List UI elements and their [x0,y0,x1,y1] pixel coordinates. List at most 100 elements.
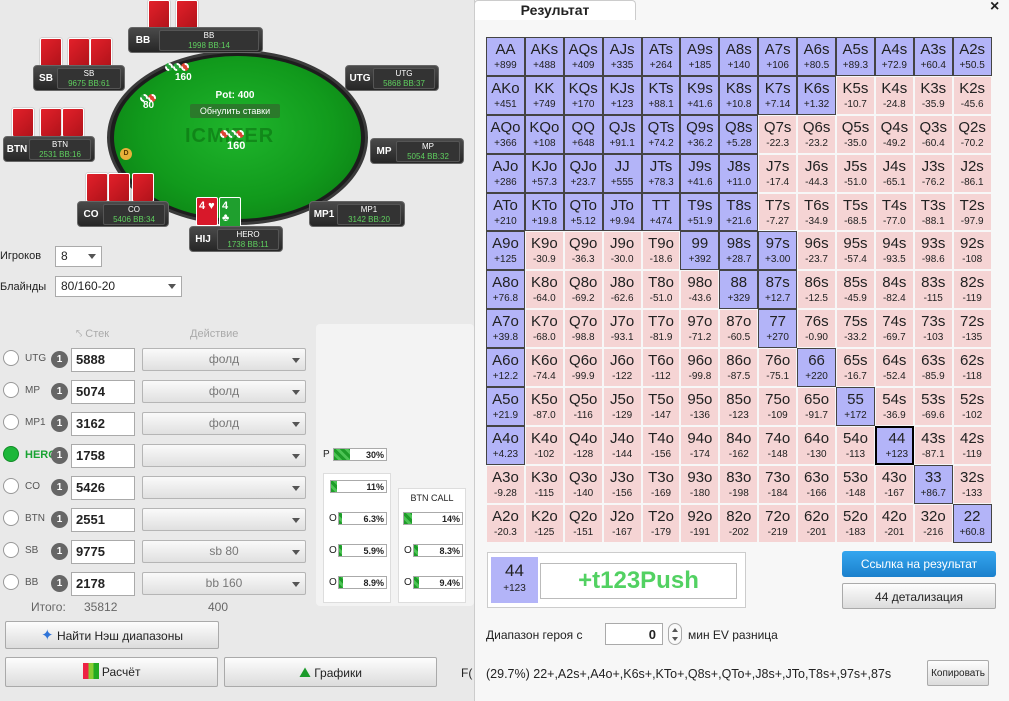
hand-cell[interactable]: 54s -36.9 [874,387,914,426]
hand-cell[interactable]: 88 +329 [719,270,759,310]
call-bar[interactable]: 8.9% [338,576,387,589]
action-select[interactable]: фолд [142,348,306,371]
hand-cell[interactable]: K4o -102 [524,425,564,465]
hand-cell[interactable]: A5s +89.3 [836,37,875,76]
hand-cell[interactable]: T4o -156 [641,425,681,465]
hand-cell[interactable]: J7s -17.4 [758,153,798,193]
hand-cell[interactable]: AQo +366 [486,114,525,154]
hand-cell[interactable]: A9o +125 [486,231,525,271]
stack-input[interactable]: 2551 [71,508,135,532]
hand-cell[interactable]: 87o -60.5 [719,309,759,349]
hand-cell[interactable]: K3o -115 [524,464,564,504]
call-bar[interactable]: 5.9% [338,544,387,557]
hand-cell[interactable]: Q8o -69.2 [563,270,603,310]
result-link-button[interactable]: Ссылка на результат [842,551,996,577]
hand-cell[interactable]: A7o +39.8 [486,309,525,349]
hand-cell[interactable]: 94o -174 [680,425,720,465]
hand-cell[interactable]: KTs +88.1 [641,75,681,115]
hand-cell[interactable]: J8s +11.0 [719,153,759,193]
hand-cell[interactable]: 86s -12.5 [797,270,837,310]
hand-cell[interactable]: K8o -64.0 [524,270,564,310]
hand-cell[interactable]: T8o -51.0 [641,270,681,310]
hand-cell[interactable]: AQs +409 [563,37,603,76]
hand-cell[interactable]: J5s -51.0 [836,153,875,193]
hand-cell[interactable]: J4s -65.1 [874,153,914,193]
hand-cell[interactable]: K5o -87.0 [524,387,564,426]
btn-call-bar[interactable]: 9.4% [413,576,463,589]
hand-cell[interactable]: K2s -45.6 [952,75,992,115]
players-select[interactable]: 8 [55,246,102,267]
hand-cell[interactable]: K9o -30.9 [524,231,564,271]
hand-cell[interactable]: K6s +1.32 [797,75,837,115]
hand-cell[interactable]: 98s +28.7 [719,231,759,271]
hand-cell[interactable]: A5o +21.9 [486,387,525,426]
hand-cell[interactable]: A6o +12.2 [486,348,525,388]
hand-cell[interactable]: 72s -135 [952,309,992,349]
hand-cell[interactable]: 65s -16.7 [836,348,875,388]
hand-cell[interactable]: K8s +10.8 [719,75,759,115]
hand-cell[interactable]: AKo +451 [486,75,525,115]
hand-cell[interactable]: 85s -45.9 [836,270,875,310]
hand-cell[interactable]: K5s -10.7 [836,75,875,115]
copy-button[interactable]: Копировать [927,660,989,686]
hand-cell[interactable]: QJs +91.1 [602,114,642,154]
hand-cell[interactable]: AJs +335 [602,37,642,76]
hand-cell[interactable]: 84s -82.4 [874,270,914,310]
hand-cell[interactable]: J6o -122 [602,348,642,388]
hand-cell[interactable]: 65o -91.7 [797,387,837,426]
hand-cell[interactable]: T6s -34.9 [797,192,837,232]
action-select[interactable]: фолд [142,380,306,403]
hand-cell[interactable]: J9s +41.6 [680,153,720,193]
call-bar[interactable]: 6.3% [338,512,387,525]
hand-cell[interactable]: T7s -7.27 [758,192,798,232]
hand-cell[interactable]: Q5s -35.0 [836,114,875,154]
push-range-bar[interactable]: 30% [333,448,387,461]
hand-cell[interactable]: J2s -86.1 [952,153,992,193]
hand-cell[interactable]: Q6o -99.9 [563,348,603,388]
stack-input[interactable]: 9775 [71,540,135,564]
hand-cell[interactable]: Q6s -23.2 [797,114,837,154]
hand-cell[interactable]: T9s +51.9 [680,192,720,232]
seat-bb[interactable]: BB BB 1998 BB:14 [128,27,263,53]
hand-cell[interactable]: Q5o -116 [563,387,603,426]
reset-bets-button[interactable]: Обнулить ставки [190,104,280,118]
stack-input[interactable]: 5888 [71,348,135,372]
hand-cell[interactable]: AKs +488 [524,37,564,76]
hand-cell[interactable]: T8s +21.6 [719,192,759,232]
hand-cell[interactable]: ATo +210 [486,192,525,232]
seat-mp[interactable]: MP MP 5054 BB:32 [370,138,464,164]
player-radio[interactable] [3,542,19,558]
hand-cell[interactable]: J7o -93.1 [602,309,642,349]
seat-hero[interactable]: HIJ HERO 1738 BB:11 [189,226,283,252]
hand-cell[interactable]: 73o -184 [758,464,798,504]
hand-cell[interactable]: KJo +57.3 [524,153,564,193]
hand-cell[interactable]: 62o -201 [797,503,837,543]
hand-cell[interactable]: 74s -69.7 [874,309,914,349]
hand-cell[interactable]: KJs +123 [602,75,642,115]
action-select[interactable]: фолд [142,412,306,435]
hand-cell[interactable]: T9o -18.6 [641,231,681,271]
stack-input[interactable]: 5074 [71,380,135,404]
hand-cell[interactable]: A9s +185 [680,37,720,76]
hand-cell[interactable]: 53o -148 [836,464,875,504]
player-radio[interactable] [3,350,19,366]
btn-call-bar[interactable]: 8.3% [413,544,463,557]
player-radio[interactable] [3,382,19,398]
chevron-down-icon[interactable] [672,637,678,641]
hand-cell[interactable]: TT +474 [641,192,681,232]
hand-cell[interactable]: 82o -202 [719,503,759,543]
action-select[interactable]: bb 160 [142,572,306,595]
hand-cell[interactable]: Q2o -151 [563,503,603,543]
hand-cell[interactable]: Q9s +36.2 [680,114,720,154]
hand-cell[interactable]: 42s -119 [952,425,992,465]
hand-cell[interactable]: 96o -99.8 [680,348,720,388]
hand-detail-button[interactable]: 44 детализация [842,583,996,609]
hand-cell[interactable]: 22 +60.8 [952,503,992,543]
player-radio[interactable] [3,510,19,526]
hand-cell[interactable]: 64o -130 [797,425,837,465]
hand-cell[interactable]: 76o -75.1 [758,348,798,388]
hand-cell[interactable]: 95s -57.4 [836,231,875,271]
hand-cell[interactable]: T7o -81.9 [641,309,681,349]
hand-cell[interactable]: 93o -180 [680,464,720,504]
hand-cell[interactable]: T4s -77.0 [874,192,914,232]
